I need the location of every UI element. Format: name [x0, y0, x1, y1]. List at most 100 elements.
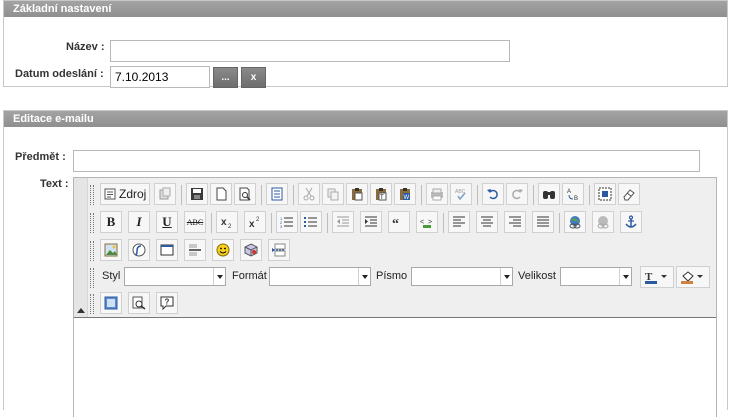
email-edit-header: Editace e-mailu	[4, 111, 727, 127]
chevron-down-icon[interactable]	[619, 268, 631, 285]
toolbar-collapse-strip[interactable]	[74, 178, 88, 317]
image-icon	[104, 243, 118, 257]
chevron-down-icon[interactable]	[213, 268, 225, 285]
svg-text:<: <	[420, 219, 424, 226]
name-input[interactable]	[110, 40, 510, 62]
size-select[interactable]	[560, 267, 632, 286]
toolbar-row-1: Zdroj T W ABC A B	[90, 183, 716, 207]
anchor-icon	[625, 215, 637, 228]
paste-icon	[352, 188, 363, 201]
save-button[interactable]	[186, 183, 208, 205]
superscript-button[interactable]: x2	[244, 211, 266, 233]
paste-button[interactable]	[346, 183, 368, 205]
chevron-down-icon[interactable]	[500, 268, 512, 285]
cut-button[interactable]	[298, 183, 320, 205]
undo-button[interactable]	[482, 183, 504, 205]
underline-button[interactable]: U	[156, 211, 178, 233]
blockquote-icon: “	[392, 217, 399, 229]
redo-button[interactable]	[506, 183, 528, 205]
toolbar-grip	[90, 268, 94, 288]
source-button[interactable]: Zdroj	[100, 183, 150, 205]
about-button[interactable]: ?	[156, 292, 178, 314]
paste-word-button[interactable]: W	[394, 183, 416, 205]
preview-icon	[159, 187, 171, 200]
send-date-input[interactable]	[110, 66, 210, 88]
div-icon: < >	[420, 219, 432, 228]
unlink-button[interactable]	[592, 211, 614, 233]
svg-text:>: >	[428, 219, 432, 226]
spellcheck-button[interactable]: ABC	[450, 183, 472, 205]
smiley-button[interactable]	[212, 239, 234, 261]
maximize-button[interactable]	[100, 292, 122, 314]
show-blocks-button[interactable]	[128, 292, 150, 314]
indent-button[interactable]	[360, 211, 382, 233]
svg-text:x: x	[221, 217, 227, 228]
svg-text:A: A	[567, 189, 571, 195]
strike-button[interactable]: ABC	[184, 211, 206, 233]
svg-text:x: x	[249, 219, 255, 229]
new-page-button[interactable]	[210, 183, 232, 205]
bulleted-list-button[interactable]	[300, 211, 322, 233]
subject-input[interactable]	[73, 150, 700, 172]
paste-text-button[interactable]: T	[370, 183, 392, 205]
toolbar-grip	[90, 185, 94, 205]
special-char-button[interactable]	[240, 239, 262, 261]
print-button[interactable]	[426, 183, 448, 205]
numbered-list-button[interactable]: 123	[276, 211, 298, 233]
style-label: Styl	[102, 270, 121, 282]
align-center-button[interactable]	[476, 211, 498, 233]
templates-button[interactable]	[266, 183, 288, 205]
italic-button[interactable]: I	[128, 211, 150, 233]
format-select[interactable]	[269, 267, 371, 286]
superscript-icon: x2	[249, 217, 260, 229]
align-right-icon	[509, 216, 521, 227]
find-button[interactable]	[538, 183, 560, 205]
anchor-button[interactable]	[620, 211, 642, 233]
chevron-down-icon[interactable]	[358, 268, 370, 285]
font-select[interactable]	[411, 267, 513, 286]
collapse-toolbar-icon[interactable]	[77, 308, 85, 313]
align-left-button[interactable]	[448, 211, 470, 233]
smiley-icon	[216, 243, 230, 257]
svg-text:B: B	[574, 196, 578, 201]
horizontal-rule-button[interactable]	[184, 239, 206, 261]
text-color-button[interactable]: T	[640, 266, 674, 288]
replace-button[interactable]: AB	[562, 183, 584, 205]
outdent-icon	[337, 216, 349, 227]
show-blocks-icon	[132, 296, 146, 310]
link-button[interactable]	[564, 211, 586, 233]
select-all-button[interactable]	[594, 183, 616, 205]
clear-date-button[interactable]: x	[241, 67, 266, 88]
copy-button[interactable]	[322, 183, 344, 205]
print-preview-icon	[239, 187, 251, 201]
editor-content-area[interactable]	[74, 317, 716, 418]
about-icon: ?	[160, 296, 174, 310]
horizontal-rule-icon	[189, 244, 201, 256]
send-date-label: Datum odeslání :	[15, 68, 104, 80]
svg-text:3: 3	[280, 224, 283, 229]
div-button[interactable]: < >	[416, 211, 438, 233]
toolbar-grip	[90, 213, 94, 233]
image-button[interactable]	[100, 239, 122, 261]
svg-text:“: “	[392, 217, 399, 229]
outdent-button[interactable]	[332, 211, 354, 233]
align-right-button[interactable]	[504, 211, 526, 233]
print-icon	[431, 188, 443, 201]
toolbar-row-2: B I U ABC x2 x2 123 “ < >	[90, 211, 716, 235]
subscript-button[interactable]: x2	[216, 211, 238, 233]
maximize-icon	[104, 296, 118, 310]
background-color-button[interactable]	[676, 266, 710, 288]
date-picker-button[interactable]: ...	[213, 67, 238, 88]
bold-button[interactable]: B	[100, 211, 122, 233]
flash-button[interactable]	[128, 239, 150, 261]
print-preview-button[interactable]	[234, 183, 256, 205]
justify-button[interactable]	[532, 211, 554, 233]
table-button[interactable]	[156, 239, 178, 261]
page-break-button[interactable]	[268, 239, 290, 261]
preview-button[interactable]	[154, 183, 176, 205]
style-select[interactable]	[124, 267, 226, 286]
remove-format-button[interactable]	[618, 183, 640, 205]
spellcheck-icon: ABC	[455, 189, 466, 201]
blockquote-button[interactable]: “	[388, 211, 410, 233]
align-left-icon	[453, 216, 465, 227]
